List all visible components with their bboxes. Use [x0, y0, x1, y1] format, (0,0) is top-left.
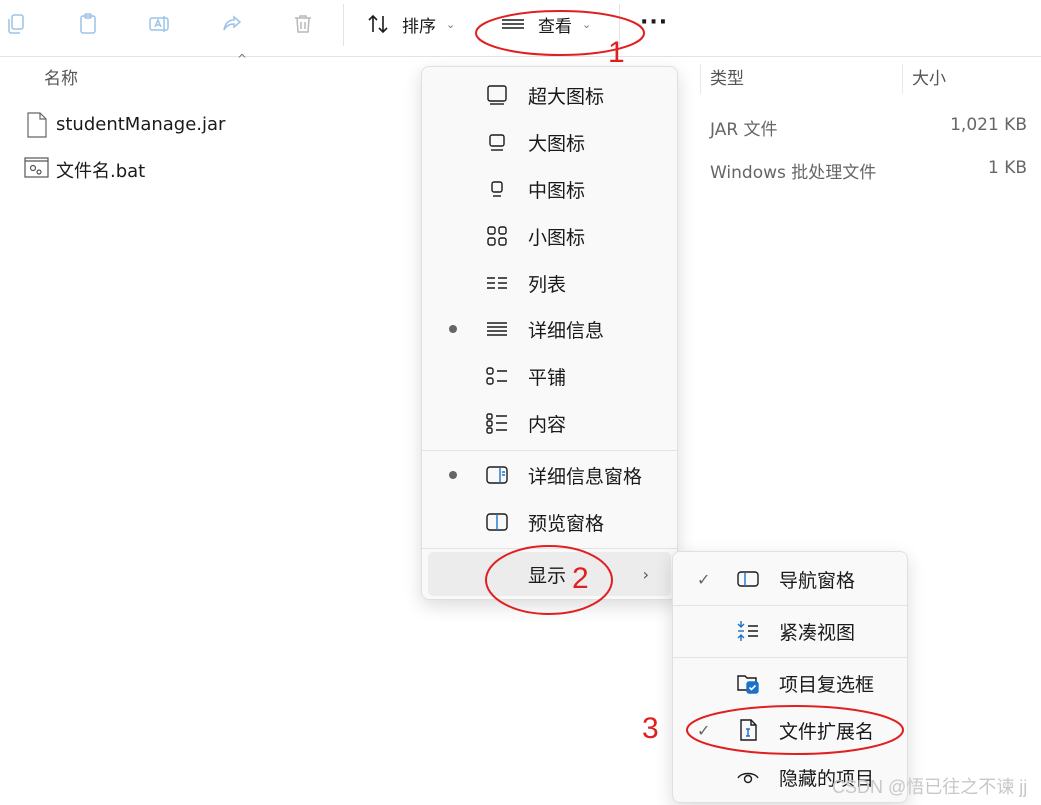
delete-icon[interactable]: [289, 10, 317, 38]
menu-item-extra-large-icons[interactable]: 超大图标: [422, 73, 677, 117]
file-type: Windows 批处理文件: [710, 163, 877, 183]
menu-item-label: 平铺: [528, 366, 567, 389]
menu-item-label: 小图标: [528, 226, 586, 249]
column-header-name[interactable]: 名称: [44, 64, 78, 89]
batch-file-icon: [24, 157, 49, 183]
checkmark-icon: ✓: [697, 569, 711, 589]
menu-item-label: 中图标: [528, 179, 586, 202]
file-name: 文件名.bat: [56, 161, 146, 182]
file-size: 1 KB: [987, 158, 1027, 178]
file-name: studentManage.jar: [56, 114, 226, 135]
selected-bullet-icon: [449, 325, 457, 333]
view-menu: 超大图标 大图标 中图标 小图标 列表 详细信息 平铺 内容 详细信息窗格 预览…: [421, 66, 678, 600]
annotation-number-2: 2: [572, 562, 589, 595]
menu-item-label: 列表: [528, 273, 567, 296]
sort-label: 排序: [402, 16, 436, 37]
menu-item-content[interactable]: 内容: [422, 401, 677, 445]
submenu-item-compact-view[interactable]: 紧凑视图: [673, 608, 907, 654]
share-icon[interactable]: [218, 10, 246, 38]
menu-item-small-icons[interactable]: 小图标: [422, 214, 677, 258]
show-submenu: ✓ 导航窗格 紧凑视图 项目复选框 ✓ 文件扩展名 隐藏的项目: [672, 551, 908, 803]
compact-view-icon: [735, 618, 761, 644]
watermark: CSDN @悟已往之不谏 jj: [832, 777, 1028, 797]
menu-item-tiles[interactable]: 平铺: [422, 354, 677, 398]
column-header-size[interactable]: 大小: [912, 64, 946, 89]
sort-ascending-icon: ^: [237, 52, 248, 66]
menu-item-details[interactable]: 详细信息: [422, 307, 677, 351]
content-icon: [484, 410, 510, 436]
menu-item-preview-pane[interactable]: 预览窗格: [422, 500, 677, 544]
submenu-item-label: 导航窗格: [779, 569, 856, 592]
menu-item-large-icons[interactable]: 大图标: [422, 120, 677, 164]
selected-bullet-icon: [449, 471, 457, 479]
large-icons-icon: [484, 129, 510, 155]
details-pane-icon: [484, 462, 510, 488]
annotation-circle-3: [686, 705, 904, 755]
menu-item-medium-icons[interactable]: 中图标: [422, 167, 677, 211]
chevron-down-icon: ⌄: [446, 17, 456, 31]
menu-divider: [422, 450, 677, 451]
annotation-number-1: 1: [608, 36, 625, 69]
sort-button[interactable]: 排序 ⌄: [366, 10, 455, 38]
extra-large-icons-icon: [484, 82, 510, 108]
item-checkbox-icon: [735, 670, 761, 696]
small-icons-icon: [484, 223, 510, 249]
column-divider: [902, 64, 903, 94]
chevron-right-icon: ›: [642, 564, 649, 584]
submenu-item-navigation-pane[interactable]: ✓ 导航窗格: [673, 556, 907, 602]
annotation-number-3: 3: [642, 712, 659, 745]
medium-icons-icon: [484, 176, 510, 202]
details-icon: [484, 316, 510, 342]
preview-pane-icon: [484, 509, 510, 535]
menu-divider: [673, 605, 907, 606]
hidden-items-icon: [735, 764, 761, 790]
column-divider: [700, 64, 701, 94]
list-icon: [484, 270, 510, 296]
tiles-icon: [484, 363, 510, 389]
submenu-item-item-checkboxes[interactable]: 项目复选框: [673, 660, 907, 706]
file-type: JAR 文件: [710, 120, 778, 140]
file-size: 1,021 KB: [950, 115, 1027, 135]
menu-item-details-pane[interactable]: 详细信息窗格: [422, 453, 677, 497]
navigation-pane-icon: [735, 566, 761, 592]
menu-item-list[interactable]: 列表: [422, 261, 677, 305]
menu-divider: [673, 657, 907, 658]
menu-item-label: 内容: [528, 413, 567, 436]
annotation-circle-2: [485, 545, 613, 615]
menu-item-label: 大图标: [528, 132, 586, 155]
menu-item-label: 详细信息: [528, 319, 605, 342]
copy-icon[interactable]: [2, 10, 30, 38]
submenu-item-label: 项目复选框: [779, 673, 875, 696]
menu-item-label: 超大图标: [528, 85, 605, 108]
menu-item-label: 详细信息窗格: [528, 465, 643, 488]
submenu-item-label: 紧凑视图: [779, 621, 856, 644]
column-header-type[interactable]: 类型: [710, 64, 744, 89]
file-icon: [26, 112, 48, 138]
rename-icon[interactable]: [145, 10, 173, 38]
sort-icon: [366, 12, 392, 36]
menu-item-label: 预览窗格: [528, 512, 605, 535]
paste-icon[interactable]: [74, 10, 102, 38]
toolbar-separator: [343, 4, 344, 46]
